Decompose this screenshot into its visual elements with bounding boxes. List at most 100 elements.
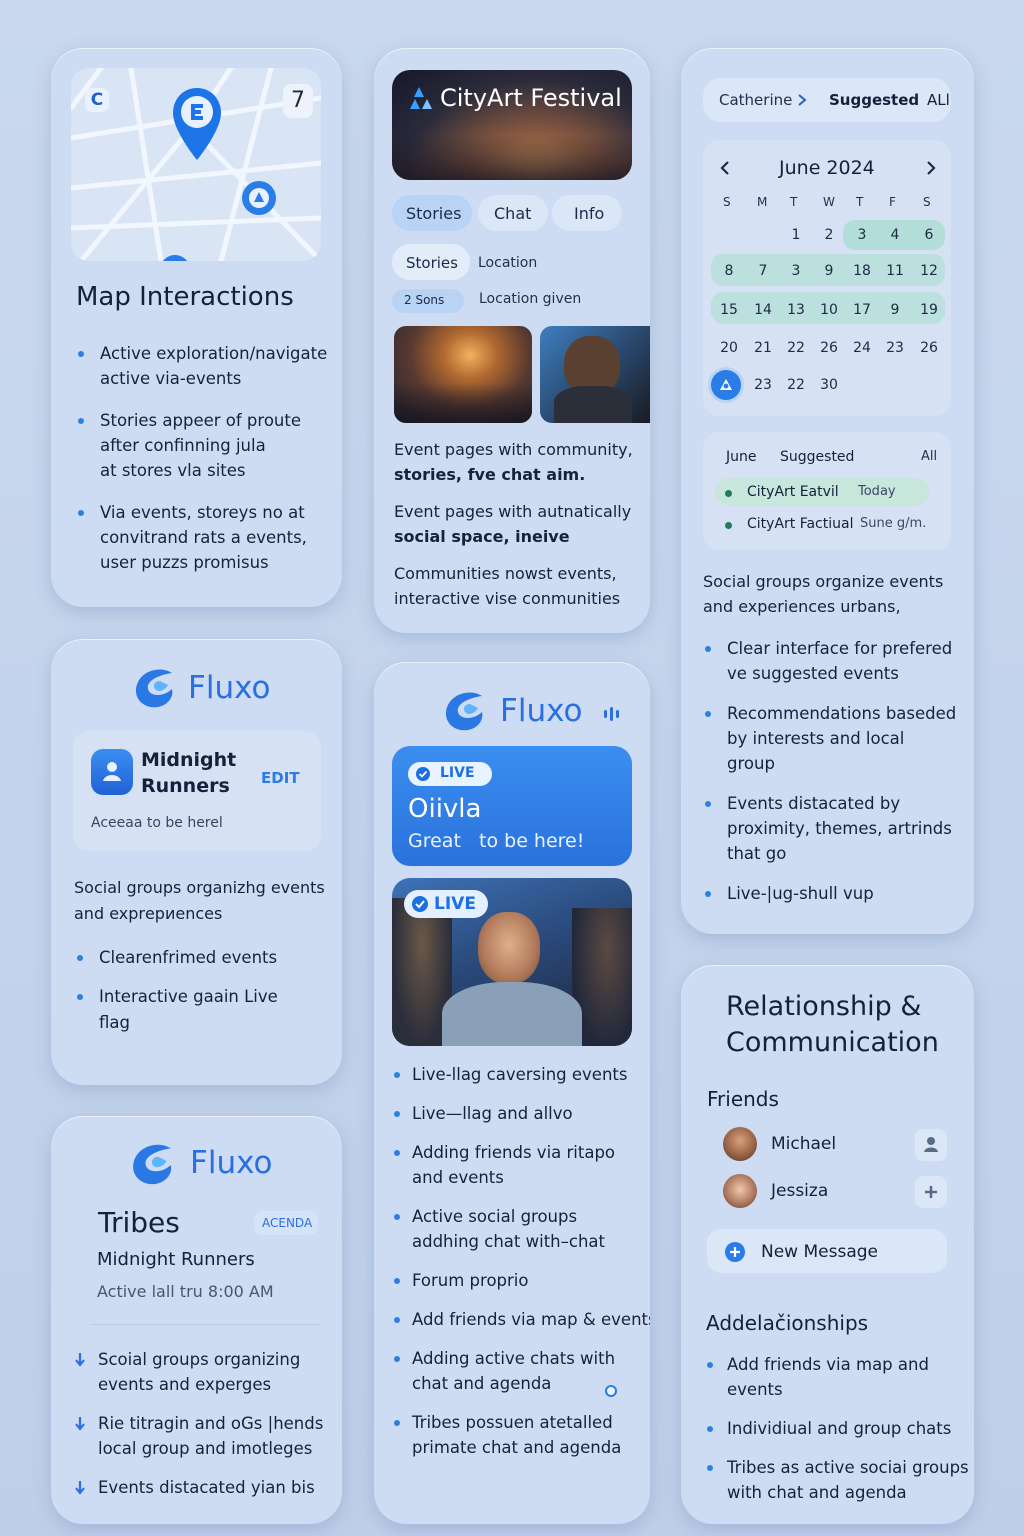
calendar-day[interactable]: 23 <box>753 377 773 393</box>
calendar-day[interactable]: 13 <box>786 302 806 318</box>
group-avatar[interactable] <box>91 749 133 795</box>
calendar-day[interactable]: 18 <box>852 263 872 279</box>
list-month[interactable]: June <box>726 449 757 465</box>
bullet-dot <box>705 711 711 717</box>
bullet-text: events <box>727 1380 783 1399</box>
calendar-day[interactable]: 23 <box>885 340 905 356</box>
suggested-events-list: June Suggested All CityArt Eatvil Today Ci… <box>703 432 951 550</box>
live-photo[interactable]: LIVE <box>392 878 632 1046</box>
calendar-day[interactable]: 1 <box>786 227 806 243</box>
event-dot <box>725 490 732 497</box>
calendar-day[interactable]: 9 <box>885 302 905 318</box>
banner-subtitle: Great to be here! <box>408 830 585 852</box>
event-time: Today <box>858 484 896 499</box>
today-marker[interactable] <box>711 370 741 400</box>
calendar-day[interactable]: 21 <box>753 340 773 356</box>
friend-row-jessiza[interactable]: Jessiza <box>719 1172 951 1212</box>
tab-stories[interactable]: Stories <box>392 195 472 231</box>
agenda-badge[interactable]: ACENDA <box>254 1211 318 1235</box>
bullet-text: Stories appeer of proute <box>100 411 302 430</box>
list-all[interactable]: All <box>921 449 937 464</box>
bullet-text: at stores vla sites <box>100 461 246 480</box>
bullet-text: events and experges <box>98 1375 272 1394</box>
calendar-day[interactable]: 26 <box>919 340 939 356</box>
map-counter-badge[interactable]: 7 <box>283 84 313 118</box>
live-banner[interactable]: LIVE Oiivla Great to be here! <box>392 746 632 866</box>
calendar-day[interactable]: 9 <box>819 263 839 279</box>
festival-photo-person[interactable] <box>540 326 650 423</box>
calendar-day[interactable]: 24 <box>852 340 872 356</box>
new-message-button[interactable]: New Message <box>707 1229 947 1273</box>
weekday-label: F <box>889 195 896 209</box>
map-view[interactable]: C 7 <box>71 68 321 261</box>
bullet-text: after confinning јula <box>100 436 266 455</box>
calendar-day[interactable]: 19 <box>919 302 939 318</box>
chevron-right-icon[interactable] <box>925 160 937 176</box>
breadcrumb-all[interactable]: ALl <box>927 91 950 109</box>
calendar-day[interactable]: 22 <box>786 340 806 356</box>
calendar-day[interactable]: 30 <box>819 377 839 393</box>
bullet-text: Add friends via map & events <box>412 1310 650 1329</box>
friends-heading: Friends <box>707 1087 779 1111</box>
tab-chat[interactable]: Chat <box>478 195 548 231</box>
bullet-dot <box>394 1356 400 1362</box>
calendar-day[interactable]: 4 <box>885 227 905 243</box>
bullet-text: Scoial groups organizing <box>98 1350 301 1369</box>
location-given-label: Location given <box>479 291 582 307</box>
tribe-group-name: Midnight Runners <box>97 1249 255 1270</box>
calendar-day[interactable]: 7 <box>753 263 773 279</box>
sons-pill[interactable]: 2 Sons <box>392 289 464 313</box>
calendar-day[interactable]: 17 <box>852 302 872 318</box>
bullet-dot <box>78 418 84 424</box>
chevron-left-icon[interactable] <box>719 160 731 176</box>
bullet-text: Tribes as active sociai groups <box>727 1458 969 1477</box>
friend-name: Michael <box>771 1134 837 1154</box>
festival-title: CityArt Festival <box>440 84 622 112</box>
bullet-dot <box>707 1426 713 1432</box>
venue-marker-icon[interactable] <box>241 180 277 216</box>
calendar-day[interactable]: 15 <box>719 302 739 318</box>
calendar-day[interactable]: 11 <box>885 263 905 279</box>
stories-filter-pill[interactable]: Stories <box>392 244 470 280</box>
bullet-text: Active social groups <box>412 1207 578 1226</box>
friend-name: Jessiza <box>771 1181 829 1201</box>
calendar-day[interactable]: 3 <box>852 227 872 243</box>
calendar-day[interactable]: 10 <box>819 302 839 318</box>
calendar-widget: June 2024 S M T W T F S 1 2 3 4 6 8 7 3 9 18 11 12 15 14 13 10… <box>703 140 951 416</box>
bullet-dot <box>394 1317 400 1323</box>
location-pin-icon[interactable] <box>171 86 223 162</box>
bullet-text: and events <box>412 1168 504 1187</box>
audio-wave-icon[interactable] <box>602 706 622 722</box>
friend-row-michael[interactable]: Michael <box>719 1125 951 1165</box>
calendar-day[interactable]: 3 <box>786 263 806 279</box>
festival-header-image[interactable]: CityArt Festival <box>392 70 632 180</box>
weekday-label: T <box>790 195 798 209</box>
calendar-day[interactable]: 14 <box>753 302 773 318</box>
friend-marker-icon[interactable] <box>159 254 191 261</box>
list-suggested[interactable]: Suggested <box>780 449 854 465</box>
calendar-day[interactable]: 26 <box>819 340 839 356</box>
calendar-day[interactable]: 12 <box>919 263 939 279</box>
breadcrumb-user[interactable]: Catherine <box>719 91 792 109</box>
calendar-day[interactable]: 2 <box>819 227 839 243</box>
festival-photo-crowd[interactable] <box>394 326 532 423</box>
map-left-icon[interactable]: C <box>85 88 109 112</box>
bullet-text: Live-llag caversing events <box>412 1065 628 1084</box>
bullet-text: Rie titragin and oGs |hends <box>98 1414 324 1433</box>
banner-title: Oiivla <box>408 794 482 824</box>
calendar-day[interactable]: 20 <box>719 340 739 356</box>
bullet-text: Via events, storeys no at <box>100 503 305 522</box>
edit-button[interactable]: EDIT <box>261 769 300 787</box>
bullet-text: Clear interface for prefered <box>727 639 953 658</box>
bullet-text: Adding friends via ritapo <box>412 1143 616 1162</box>
calendar-day[interactable]: 6 <box>919 227 939 243</box>
calendar-day[interactable]: 22 <box>786 377 806 393</box>
bullet-dot <box>394 1278 400 1284</box>
arrow-down-icon <box>74 1416 86 1431</box>
tab-info[interactable]: Info <box>552 195 622 231</box>
add-friend-button[interactable] <box>915 1176 947 1208</box>
calendar-day[interactable]: 8 <box>719 263 739 279</box>
breadcrumb-suggested[interactable]: Suggested <box>829 91 919 109</box>
bullet-text: Recommendations baseded <box>727 704 957 723</box>
profile-button[interactable] <box>915 1129 947 1161</box>
